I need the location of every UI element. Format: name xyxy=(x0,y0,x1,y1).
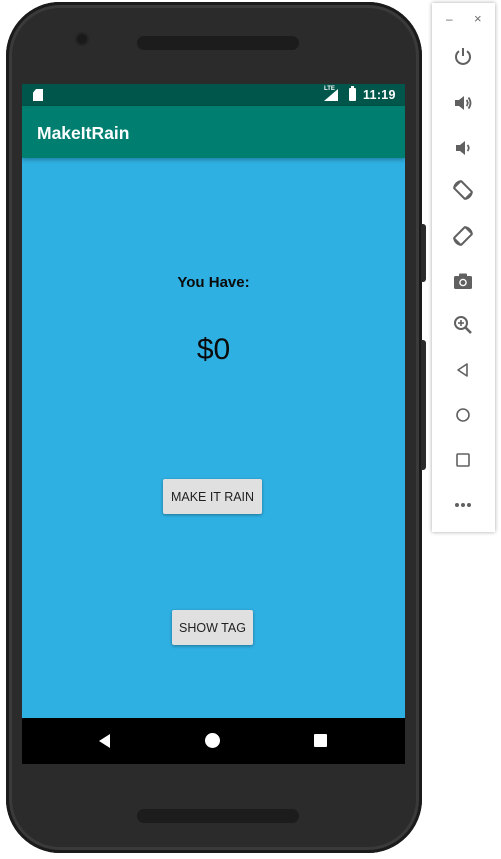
top-speaker-grille xyxy=(137,36,299,50)
bottom-speaker-grille xyxy=(137,809,299,823)
app-title: MakeItRain xyxy=(37,123,130,143)
more-button[interactable] xyxy=(448,490,478,520)
overview-square-icon xyxy=(456,453,470,467)
rotate-right-icon xyxy=(453,226,473,246)
lte-signal-icon xyxy=(324,89,338,101)
screenshot-button[interactable] xyxy=(448,266,478,296)
status-clock: 11:19 xyxy=(363,88,396,102)
volume-down-button[interactable] xyxy=(448,133,478,163)
overview-button[interactable] xyxy=(448,445,478,475)
volume-up-icon xyxy=(455,96,472,110)
main-content: You Have: $0 MAKE IT RAIN SHOW TAG xyxy=(22,158,405,718)
close-button[interactable]: × xyxy=(474,11,482,26)
show-tag-button[interactable]: SHOW TAG xyxy=(172,610,253,645)
zoom-icon xyxy=(454,316,472,334)
minimize-button[interactable]: – xyxy=(446,12,453,26)
back-button[interactable] xyxy=(448,355,478,385)
power-button[interactable] xyxy=(448,41,478,71)
phone-screen: LTE 11:19 MakeItRain You Have: $0 MAKE I… xyxy=(22,84,405,764)
navigation-bar xyxy=(22,718,405,764)
app-bar: MakeItRain xyxy=(22,106,405,158)
volume-down-icon xyxy=(456,141,470,155)
power-side-button[interactable] xyxy=(421,224,426,282)
status-bar: LTE 11:19 xyxy=(22,84,405,106)
back-icon[interactable] xyxy=(99,734,110,748)
home-button[interactable] xyxy=(448,400,478,430)
camera-icon xyxy=(454,273,472,289)
more-icon xyxy=(455,503,471,507)
rotate-left-icon xyxy=(453,180,473,200)
volume-side-button[interactable] xyxy=(421,340,426,470)
rotate-left-button[interactable] xyxy=(448,175,478,205)
emulator-toolbar: – × xyxy=(432,3,495,532)
zoom-button[interactable] xyxy=(448,310,478,340)
front-camera xyxy=(77,34,87,44)
sd-card-icon xyxy=(33,89,43,101)
balance-label: You Have: xyxy=(177,274,250,291)
rotate-right-button[interactable] xyxy=(448,221,478,251)
make-it-rain-button[interactable]: MAKE IT RAIN xyxy=(163,479,262,514)
back-triangle-icon xyxy=(457,363,468,377)
balance-amount: $0 xyxy=(196,333,231,366)
battery-charging-icon xyxy=(349,86,356,101)
emulator-window: LTE 11:19 MakeItRain You Have: $0 MAKE I… xyxy=(0,0,501,859)
recents-icon[interactable] xyxy=(314,734,327,747)
home-icon[interactable] xyxy=(205,733,220,748)
power-icon xyxy=(455,48,471,65)
volume-up-button[interactable] xyxy=(448,88,478,118)
home-circle-icon xyxy=(456,408,470,422)
